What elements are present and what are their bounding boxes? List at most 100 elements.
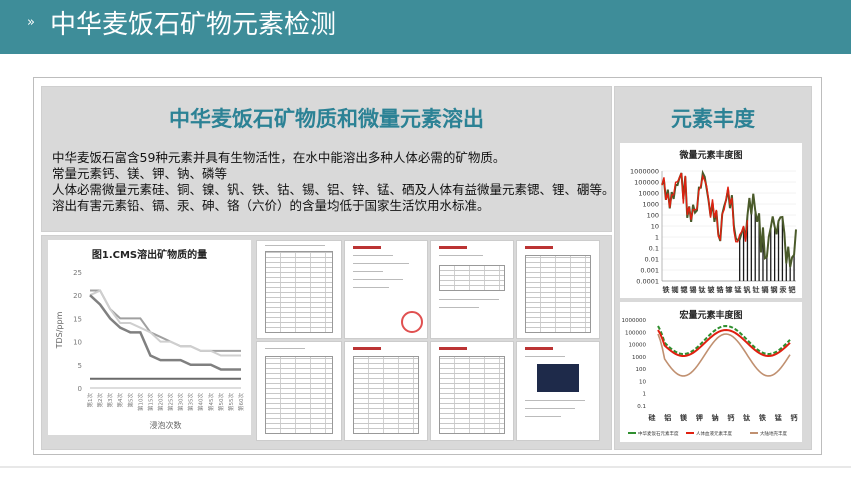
- abundance-heading: 元素丰度: [671, 107, 755, 131]
- micro-chart-card: 微量元素丰度图 1000000 100000 10000 1000 100 10 1 0.1 0…: [620, 143, 802, 298]
- macro-chart: 10000001000001000010001001010.1硅铝镁钾钠钙钛铁锰…: [622, 318, 798, 437]
- x-tick-label: 钙: [727, 413, 734, 422]
- x-tick-label: 第4次: [116, 393, 124, 408]
- legend-label: 人体血液元素丰度: [696, 430, 732, 437]
- x-tick-label: 第30次: [177, 393, 185, 411]
- report-thumbnail: [430, 240, 514, 339]
- x-tick-label: 锶: [681, 285, 688, 294]
- x-tick-label: 镁: [680, 413, 688, 422]
- report-thumbnail: [256, 240, 342, 339]
- report-thumbnail: [516, 240, 600, 339]
- x-tick-label: 第3次: [106, 393, 114, 408]
- series-line: [661, 172, 749, 243]
- x-tick-label: 钙: [791, 413, 798, 422]
- x-tick-label: 硅: [649, 413, 656, 422]
- x-tick-label: 铝: [664, 413, 671, 422]
- x-tick-label: 汞: [779, 286, 788, 294]
- x-tick-label: 铍: [707, 285, 716, 294]
- dissolution-line: 中华麦饭石富含59种元素并具有生物活性，在水中能溶出多种人体必需的矿物质。: [52, 150, 506, 165]
- x-tick-label: 第40次: [197, 393, 205, 411]
- x-tick-label: 钢: [771, 285, 778, 294]
- x-tick-label: 第10次: [136, 393, 144, 411]
- y-tick-label: 25: [73, 269, 82, 277]
- page-header: » 中华麦饭石矿物元素检测: [0, 0, 851, 54]
- x-tick-label: 镉: [762, 285, 769, 294]
- instrument-photo: [537, 364, 579, 392]
- y-tick-label: 100000: [634, 179, 659, 187]
- x-axis-label: 浸泡次数: [150, 420, 182, 430]
- double-chevron-right-icon: »: [27, 15, 35, 30]
- y-tick-label: 10000: [638, 190, 659, 198]
- y-tick-label: 100: [636, 367, 647, 373]
- y-tick-label: 10: [651, 223, 659, 231]
- y-tick-label: 0.0001: [636, 278, 659, 286]
- y-tick-label: 1000: [642, 201, 659, 209]
- x-tick-label: 第15次: [146, 393, 154, 411]
- dissolution-line: 人体必需微量元素硅、铜、镍、钒、铁、钴、锡、铝、锌、锰、硒及人体有益微量元素锶、…: [52, 182, 615, 197]
- y-tick-label: 10: [73, 339, 82, 347]
- y-tick-label: 20: [73, 292, 82, 300]
- y-tick-label: 0: [78, 385, 82, 393]
- y-tick-label: 1000: [632, 355, 646, 361]
- y-tick-label: 0.001: [640, 267, 659, 275]
- x-tick-label: 钒: [744, 285, 751, 294]
- report-thumbnail: [344, 341, 428, 441]
- seal-icon: [401, 311, 423, 333]
- x-tick-label: 钛: [743, 413, 751, 422]
- x-tick-label: 钯: [788, 285, 796, 294]
- y-tick-label: 100000: [625, 330, 646, 336]
- report-thumbnail: [256, 341, 342, 441]
- x-tick-label: 锰: [735, 285, 742, 294]
- y-tick-label: 15: [73, 315, 82, 323]
- y-tick-label: 100: [647, 212, 659, 220]
- x-tick-label: 第25次: [167, 393, 175, 411]
- macro-chart-card: 宏量元素丰度图 1000000 100000 10000 1000 100 10 1 0.1 硅…: [620, 302, 802, 442]
- x-tick-label: 锡: [690, 285, 697, 294]
- dissolution-line: 溶出有害元素铅、镉、汞、砷、铬（六价）的含量均低于国家生活饮用水标准。: [52, 198, 490, 213]
- page-title: 中华麦饭石矿物元素检测: [50, 10, 337, 40]
- tds-chart: 0 5 10 15 20 25 TDS/ppm 第1次 第2次 第3次 第4次 第5次 第10次 第15次…: [55, 269, 245, 430]
- x-tick-label: 第2次: [96, 393, 104, 408]
- x-tick-label: 第35次: [187, 393, 195, 411]
- y-tick-label: 1: [643, 392, 647, 398]
- x-tick-label: 铷: [672, 285, 679, 294]
- x-tick-label: 锰: [775, 413, 782, 422]
- dissolution-text: 中华麦饭石富含59种元素并具有生物活性，在水中能溶出多种人体必需的矿物质。 常量…: [52, 150, 615, 214]
- x-tick-label: 钠: [712, 413, 719, 422]
- x-tick-label: 钍: [753, 285, 760, 294]
- legend-label: 中华麦饭石元素丰度: [638, 430, 679, 437]
- x-tick-label: 第1次: [86, 393, 94, 408]
- dissolution-line: 常量元素钙、镁、钾、钠、磷等: [52, 166, 228, 181]
- x-tick-label: 锆: [717, 285, 724, 294]
- y-tick-label: 1000000: [630, 168, 659, 176]
- x-tick-label: 第50次: [217, 393, 225, 411]
- dissolution-heading: 中华麦饭石矿物质和微量元素溶出: [169, 107, 484, 131]
- report-thumbnail: [430, 341, 514, 441]
- y-tick-label: 10000: [629, 343, 647, 349]
- series-line: [89, 289, 241, 357]
- x-tick-label: 钛: [699, 285, 707, 294]
- tds-chart-card: 图1.CMS溶出矿物质的量 0 5 10 15 20 25 TDS/ppm 第1次 第2次 第3次…: [48, 240, 251, 435]
- report-thumbnail: [516, 341, 600, 441]
- y-tick-label: 10: [639, 379, 646, 385]
- micro-chart: 1000000 100000 10000 1000 100 10 1 0.1 0.01 0.001…: [630, 168, 797, 294]
- dissolution-panel: 中华麦饭石矿物质和微量元素溶出 中华麦饭石富含59种元素并具有生物活性，在水中能…: [41, 86, 615, 232]
- x-tick-label: 第5次: [126, 393, 134, 408]
- x-tick-label: 钾: [696, 413, 703, 422]
- report-thumbnail: [344, 240, 428, 339]
- x-tick-label: 第20次: [156, 393, 164, 411]
- y-tick-label: 0.1: [649, 245, 659, 253]
- y-tick-label: 0.01: [645, 256, 659, 264]
- series-line: [89, 294, 241, 371]
- y-tick-label: 1000000: [622, 318, 647, 324]
- x-tick-label: 镓: [725, 285, 734, 294]
- y-axis-label: TDS/ppm: [55, 311, 64, 349]
- x-tick-label: 第45次: [207, 393, 215, 411]
- legend-label: 大陆地壳丰度: [760, 430, 787, 437]
- y-tick-label: 1: [655, 234, 659, 242]
- x-tick-label: 第60次: [237, 393, 245, 411]
- x-tick-label: 第55次: [227, 393, 235, 411]
- y-tick-label: 0.1: [637, 404, 646, 410]
- footer-divider: [0, 466, 851, 468]
- y-tick-label: 5: [78, 362, 82, 370]
